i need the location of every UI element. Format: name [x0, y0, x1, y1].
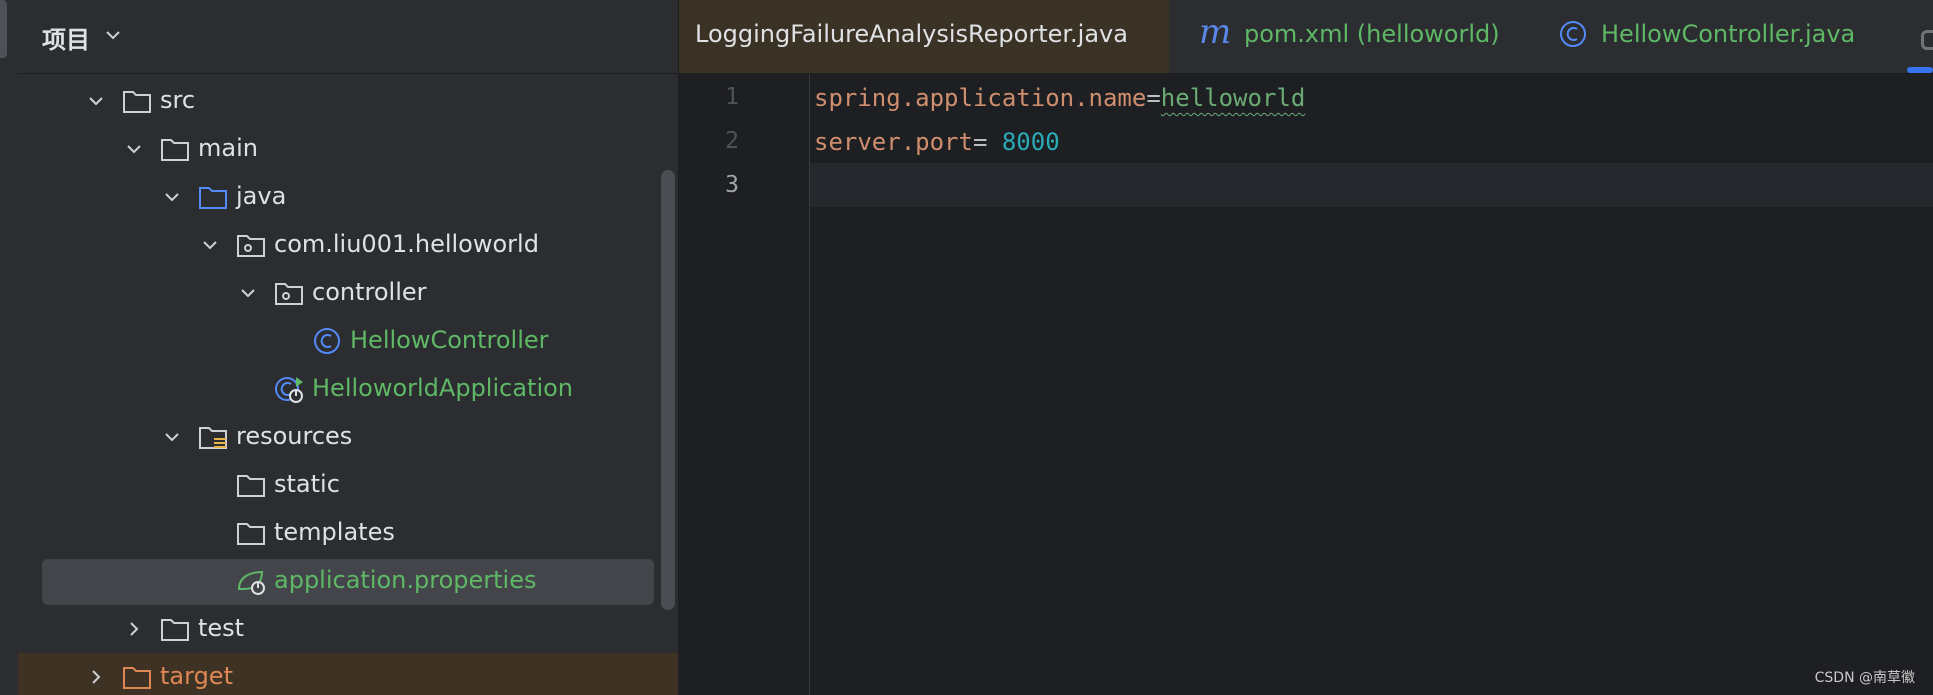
tree-item-label: src — [160, 86, 196, 114]
tree-item-package[interactable]: com.liu001.helloworld — [18, 221, 678, 269]
chevron-right-icon[interactable] — [124, 619, 144, 639]
property-key: server.port — [814, 128, 973, 156]
line-number: 1 — [725, 84, 739, 110]
tree-item-controller[interactable]: controller — [18, 269, 678, 317]
tab-logging-failure-analysis-reporter[interactable]: LoggingFailureAnalysisReporter.java — [679, 0, 1169, 73]
line-number: 2 — [725, 128, 739, 154]
tree-item-hellowcontroller[interactable]: HellowController — [18, 317, 678, 365]
tree-item-test[interactable]: test — [18, 605, 678, 653]
tab-label: pom.xml (helloworld) — [1244, 20, 1500, 48]
property-value: 8000 — [1001, 128, 1060, 156]
line-number: 3 — [725, 172, 739, 198]
folder-icon — [237, 475, 265, 497]
code-line[interactable]: spring.application.name=helloworld — [814, 84, 1305, 128]
chevron-down-icon[interactable] — [238, 283, 258, 303]
tree-item-resources[interactable]: resources — [18, 413, 678, 461]
spring-properties-icon — [237, 570, 265, 595]
spring-boot-app-icon — [275, 377, 303, 403]
next-tab-icon[interactable] — [1921, 30, 1933, 50]
class-icon — [314, 328, 340, 354]
tree-item-main[interactable]: main — [18, 125, 678, 173]
tree-item-label: application.properties — [274, 566, 537, 594]
editor-area: LoggingFailureAnalysisReporter.java m po… — [679, 0, 1933, 695]
tree-item-templates[interactable]: templates — [18, 509, 678, 557]
watermark: CSDN @南草徽 — [1814, 670, 1915, 686]
project-panel: 项目 src main java com.liu001.helloworld c… — [18, 0, 678, 695]
tree-item-label: com.liu001.helloworld — [274, 230, 539, 258]
tree-item-label: controller — [312, 278, 427, 306]
tab-hellowcontroller-java[interactable]: HellowController.java — [1559, 0, 1909, 73]
chevron-down-icon[interactable] — [162, 187, 182, 207]
code-editor[interactable]: spring.application.name=helloworld serve… — [814, 74, 1933, 695]
class-icon — [1560, 21, 1586, 47]
tree-item-src[interactable]: src — [18, 77, 678, 125]
panel-title[interactable]: 项目 — [42, 20, 90, 55]
property-value: helloworld — [1160, 84, 1306, 112]
folder-icon — [237, 523, 265, 545]
tree-item-label: resources — [236, 422, 353, 450]
tree-item-label: static — [274, 470, 340, 498]
maven-icon: m — [1199, 12, 1232, 52]
tab-label: HellowController.java — [1601, 20, 1856, 48]
resources-folder-icon — [199, 427, 227, 449]
left-tool-strip — [0, 0, 19, 695]
excluded-folder-icon — [123, 667, 151, 689]
source-folder-icon — [199, 187, 227, 209]
code-line[interactable]: server.port= 8000 — [814, 128, 1060, 172]
tree-item-java[interactable]: java — [18, 173, 678, 221]
tree-item-target[interactable]: target — [18, 653, 678, 695]
project-tool-button[interactable] — [0, 0, 7, 58]
tree-item-label: HelloworldApplication — [312, 374, 574, 402]
package-icon — [275, 283, 303, 305]
chevron-right-icon[interactable] — [86, 667, 106, 687]
editor-tab-bar: LoggingFailureAnalysisReporter.java m po… — [679, 0, 1933, 74]
tab-label: LoggingFailureAnalysisReporter.java — [695, 20, 1128, 48]
tree-item-label: main — [198, 134, 258, 162]
package-icon — [237, 235, 265, 257]
tree-item-label: java — [236, 182, 287, 210]
chevron-down-icon[interactable] — [102, 24, 124, 46]
property-separator: = — [972, 128, 1002, 156]
chevron-down-icon[interactable] — [124, 139, 144, 159]
tree-item-label: target — [160, 662, 233, 690]
project-panel-header: 项目 — [18, 0, 678, 74]
tree-item-helloworldapplication[interactable]: HelloworldApplication — [18, 365, 678, 413]
chevron-down-icon[interactable] — [162, 427, 182, 447]
tree-item-application-properties[interactable]: application.properties — [18, 557, 678, 605]
tab-pom-xml[interactable]: m pom.xml (helloworld) — [1189, 0, 1559, 73]
tree-item-label: templates — [274, 518, 395, 546]
project-tree-scrollbar[interactable] — [661, 170, 675, 610]
tree-item-label: test — [198, 614, 245, 642]
folder-icon — [161, 139, 189, 161]
folder-icon — [123, 91, 151, 113]
tree-item-label: HellowController — [350, 326, 549, 354]
chevron-down-icon[interactable] — [200, 235, 220, 255]
tree-item-static[interactable]: static — [18, 461, 678, 509]
folder-icon — [161, 619, 189, 641]
line-number-gutter: 1 2 3 — [679, 74, 810, 695]
active-tab-indicator — [1907, 67, 1933, 73]
property-separator: = — [1146, 84, 1161, 112]
chevron-down-icon[interactable] — [86, 91, 106, 111]
property-key: spring.application.name — [814, 84, 1147, 112]
